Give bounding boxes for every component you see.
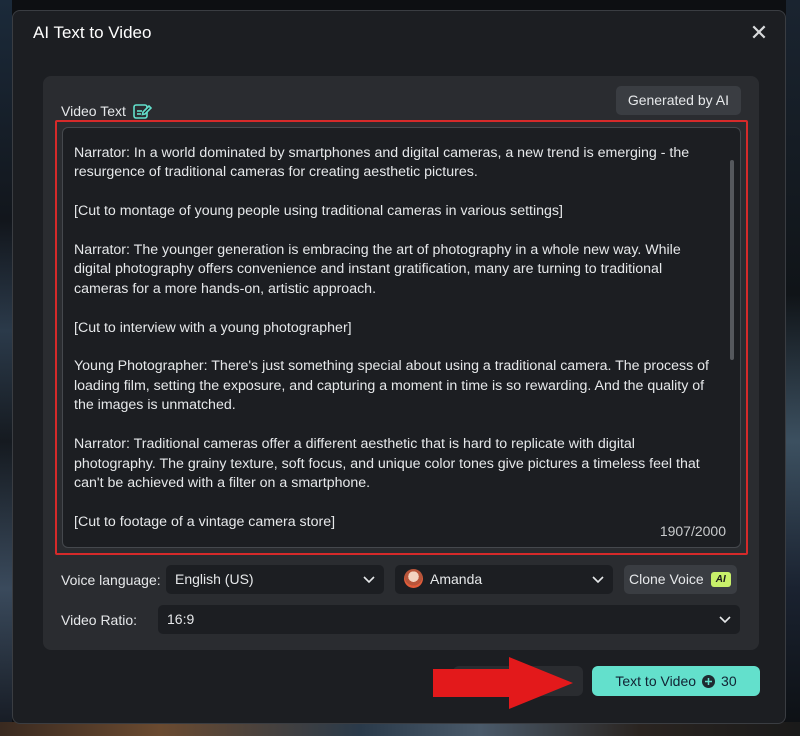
text-to-video-label: Text to Video: [615, 673, 697, 689]
credit-count: 30: [721, 673, 737, 689]
edit-note-icon: [133, 104, 152, 119]
video-text-area[interactable]: Narrator: In a world dominated by smartp…: [62, 127, 741, 548]
chevron-down-icon: [363, 565, 375, 594]
background-right-strip: [786, 0, 800, 736]
voice-select[interactable]: Amanda: [395, 565, 613, 594]
video-ratio-label: Video Ratio:: [61, 611, 138, 628]
ai-text-to-video-dialog: AI Text to Video ✕ Video Text Generated …: [12, 10, 786, 724]
settings-panel: Video Text Generated by AI Narrator: In …: [43, 76, 759, 650]
text-to-video-button[interactable]: Text to Video 30: [592, 666, 760, 696]
dialog-title: AI Text to Video: [33, 23, 152, 42]
background-left-strip: [0, 0, 12, 736]
voice-name: Amanda: [430, 571, 483, 587]
credit-icon: [702, 674, 716, 688]
chevron-down-icon: [719, 605, 731, 634]
character-counter: 1907/2000: [659, 523, 726, 539]
generated-by-ai-button[interactable]: Generated by AI: [615, 86, 741, 115]
close-icon[interactable]: ✕: [747, 21, 771, 45]
voice-language-label: Voice language:: [61, 571, 161, 588]
video-text-header: Video Text: [61, 101, 152, 121]
video-ratio-value: 16:9: [167, 611, 195, 627]
background-bottom-strip: [0, 722, 800, 736]
clone-voice-button[interactable]: Clone Voice AI: [624, 565, 737, 594]
voice-row: Voice language: English (US) Amanda Clon…: [61, 565, 737, 594]
red-arrow-icon: [433, 657, 573, 709]
clone-voice-label: Clone Voice: [629, 571, 704, 587]
text-scrollbar[interactable]: [730, 160, 734, 360]
video-ratio-select[interactable]: 16:9: [158, 605, 740, 634]
voice-language-value: English (US): [175, 571, 254, 587]
avatar: [404, 569, 423, 589]
video-text-label: Video Text: [61, 103, 126, 119]
ai-badge: AI: [710, 572, 731, 587]
video-text-content[interactable]: Narrator: In a world dominated by smartp…: [74, 144, 714, 532]
ratio-row: Video Ratio: 16:9: [61, 605, 740, 634]
video-text-highlight: Narrator: In a world dominated by smartp…: [55, 120, 748, 555]
voice-language-select[interactable]: English (US): [166, 565, 384, 594]
chevron-down-icon: [592, 565, 604, 594]
